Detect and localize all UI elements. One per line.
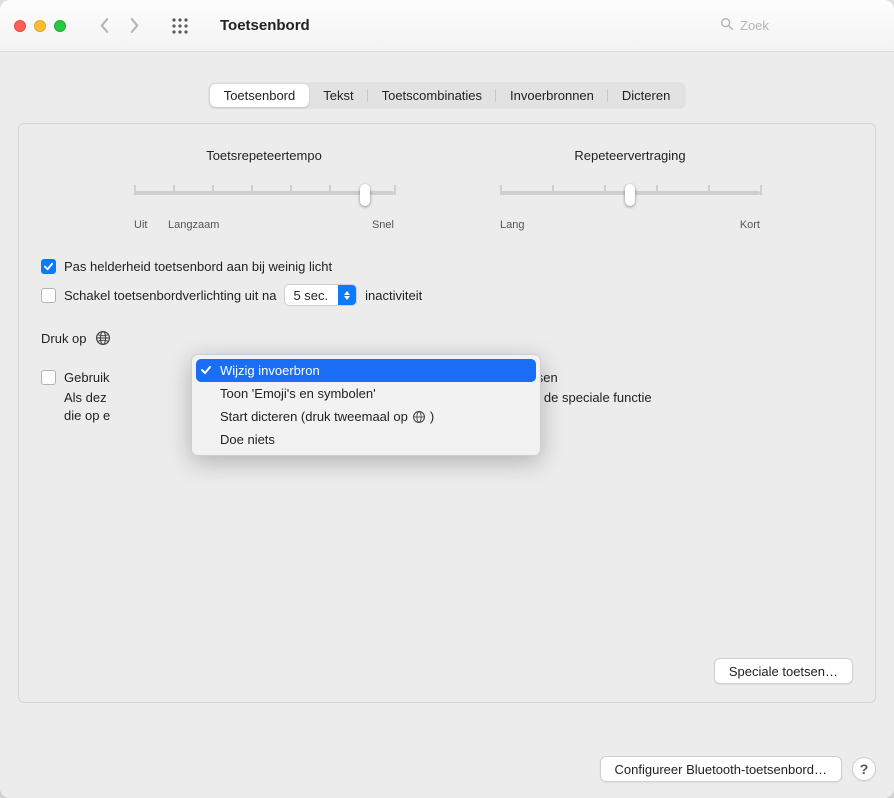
tab-toetscombinaties[interactable]: Toetscombinaties <box>368 84 496 107</box>
press-globe-label: Druk op <box>41 331 87 346</box>
close-window-button[interactable] <box>14 20 26 32</box>
menu-item-label: Toon 'Emoji's en symbolen' <box>220 386 376 401</box>
brightness-auto-label: Pas helderheid toetsenbord aan bij weini… <box>64 259 332 274</box>
backlight-off-label-post: inactiviteit <box>365 288 422 303</box>
bluetooth-keyboard-button[interactable]: Configureer Bluetooth-toetsenbord… <box>600 756 842 782</box>
key-repeat-slider-block: Toetsrepeteertempo Uit <box>134 148 394 231</box>
special-keys-button-label: Speciale toetsen… <box>729 664 838 679</box>
key-repeat-caption-right: Snel <box>372 219 394 231</box>
globe-action-menu: Wijzig invoerbron Toon 'Emoji's en symbo… <box>191 354 541 456</box>
key-repeat-slider[interactable] <box>134 181 394 211</box>
menu-item-label: Start dicteren (druk tweemaal op <box>220 409 408 424</box>
titlebar: Toetsenbord <box>0 0 894 52</box>
key-repeat-label: Toetsrepeteertempo <box>134 148 394 163</box>
show-all-button[interactable] <box>166 13 194 39</box>
menu-item-do-nothing[interactable]: Doe niets <box>192 428 540 451</box>
checkmark-icon <box>200 364 212 379</box>
delay-slider[interactable] <box>500 181 760 211</box>
backlight-off-duration-select[interactable]: 5 sec. <box>284 284 357 306</box>
tab-tekst[interactable]: Tekst <box>309 84 367 107</box>
select-arrows-icon <box>338 285 356 305</box>
settings-panel: Toetsrepeteertempo Uit <box>18 123 876 703</box>
tab-toetsenbord[interactable]: Toetsenbord <box>210 84 310 107</box>
fn-keys-checkbox[interactable] <box>41 370 56 385</box>
key-repeat-caption-left: Uit <box>134 219 147 231</box>
tab-invoerbronnen[interactable]: Invoerbronnen <box>496 84 608 107</box>
backlight-off-label-pre: Schakel toetsenbordverlichting uit na <box>64 288 276 303</box>
delay-slider-block: Repeteervertraging Lang Kort <box>500 148 760 231</box>
key-repeat-caption-mid: Langzaam <box>168 219 219 231</box>
menu-item-label-tail: ) <box>430 409 434 424</box>
fn-keys-label-pre: Gebruik <box>64 370 110 385</box>
backlight-off-duration-value: 5 sec. <box>285 285 338 305</box>
search-icon <box>720 17 734 34</box>
menu-item-label: Doe niets <box>220 432 275 447</box>
backlight-off-checkbox[interactable] <box>41 288 56 303</box>
forward-button[interactable] <box>120 13 148 39</box>
back-button[interactable] <box>90 13 118 39</box>
search-field-wrap <box>720 17 880 34</box>
content-area: Toetsenbord Tekst Toetscombinaties Invoe… <box>0 52 894 798</box>
delay-caption-left: Lang <box>500 219 524 231</box>
menu-item-start-dictation[interactable]: Start dicteren (druk tweemaal op ) <box>192 405 540 428</box>
delay-caption-right: Kort <box>740 219 760 231</box>
special-keys-button[interactable]: Speciale toetsen… <box>714 658 853 684</box>
delay-label: Repeteervertraging <box>500 148 760 163</box>
globe-icon <box>95 330 111 346</box>
tab-dicteren[interactable]: Dicteren <box>608 84 684 107</box>
brightness-auto-checkbox[interactable] <box>41 259 56 274</box>
preferences-window: Toetsenbord Toetsenbord Tekst Toetscombi… <box>0 0 894 798</box>
bottom-row: Configureer Bluetooth-toetsenbord… ? <box>18 756 876 782</box>
zoom-window-button[interactable] <box>54 20 66 32</box>
globe-icon <box>412 410 426 424</box>
bluetooth-keyboard-button-label: Configureer Bluetooth-toetsenbord… <box>615 762 827 777</box>
minimize-window-button[interactable] <box>34 20 46 32</box>
window-controls <box>14 20 66 32</box>
menu-item-label: Wijzig invoerbron <box>220 363 320 378</box>
menu-item-show-emoji[interactable]: Toon 'Emoji's en symbolen' <box>192 382 540 405</box>
search-input[interactable] <box>740 18 880 33</box>
tab-bar: Toetsenbord Tekst Toetscombinaties Invoe… <box>18 82 876 109</box>
help-button[interactable]: ? <box>852 757 876 781</box>
window-title: Toetsenbord <box>220 17 310 34</box>
menu-item-change-input-source[interactable]: Wijzig invoerbron <box>196 359 536 382</box>
nav-arrows <box>90 13 148 39</box>
